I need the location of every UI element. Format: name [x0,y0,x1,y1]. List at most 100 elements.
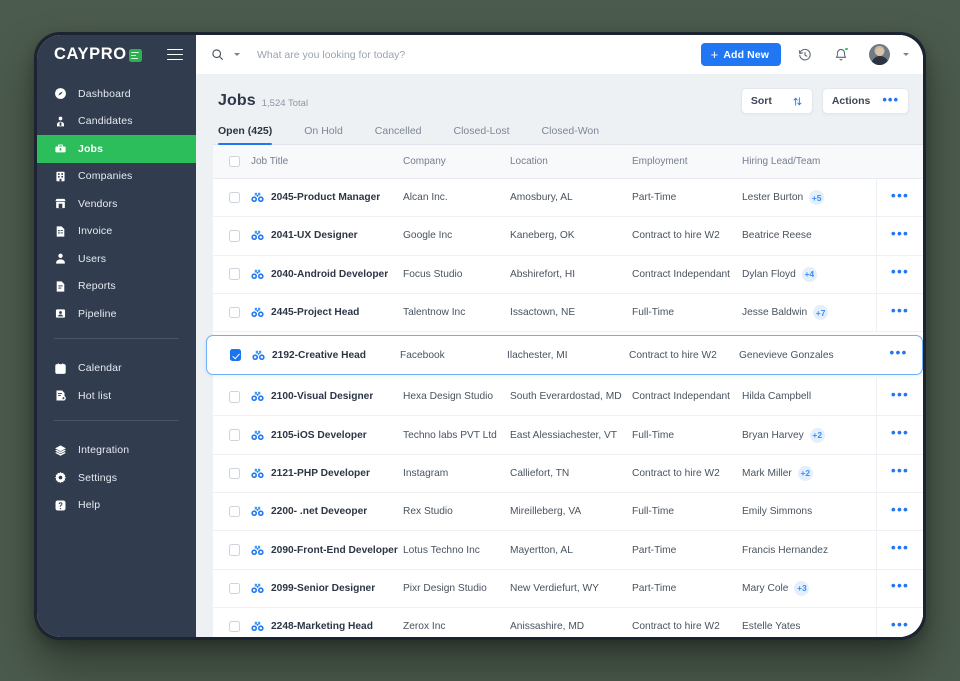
sidebar-item-invoice[interactable]: Invoice [37,218,196,246]
add-new-button[interactable]: + Add New [700,43,781,66]
cell-job-title[interactable]: 2040-Android Developer [251,268,403,281]
tab-closed-won[interactable]: Closed-Won [542,125,600,144]
row-select-cell[interactable] [218,429,251,441]
row-checkbox[interactable] [228,391,241,403]
row-select-cell[interactable] [218,620,251,633]
row-select-cell[interactable] [218,230,251,242]
table-row[interactable]: 2041-UX Designer Google Inc Kaneberg, OK Co… [213,217,923,256]
row-checkbox[interactable] [229,349,242,361]
sidebar-item-reports[interactable]: Reports [37,273,196,301]
row-checkbox[interactable] [228,467,241,480]
cell-job-title[interactable]: 2041-UX Designer [251,229,403,242]
actions-button[interactable]: Actions ••• [821,88,909,114]
bell-icon[interactable] [829,43,853,67]
tab-closed-lost[interactable]: Closed-Lost [454,125,510,144]
sidebar-item-settings[interactable]: Settings [37,464,196,492]
row-select-cell[interactable] [218,391,251,403]
history-clock-icon[interactable] [793,43,817,67]
row-checkbox[interactable] [228,544,241,556]
search-scope-chevron-down-icon[interactable] [234,53,240,56]
table-row[interactable]: 2090-Front-End Developer Lotus Techno Inc… [213,531,923,570]
sort-button[interactable]: Sort [740,88,813,114]
avatar[interactable] [869,44,890,65]
row-more-actions-button[interactable]: ••• [876,493,923,531]
team-count-badge[interactable]: +4 [801,266,817,282]
row-checkbox[interactable] [228,505,241,518]
tab-open-425[interactable]: Open (425) [218,125,273,145]
team-count-badge[interactable]: +5 [809,190,825,206]
sidebar-item-vendors[interactable]: Vendors [37,190,196,218]
team-count-badge[interactable]: +3 [794,580,810,596]
sidebar-item-users[interactable]: Users [37,245,196,273]
column-header-location[interactable]: Location [510,156,632,167]
row-more-actions-button[interactable]: ••• [876,416,923,454]
row-more-actions-button[interactable]: ••• [876,531,923,569]
row-checkbox[interactable] [228,230,241,242]
table-row[interactable]: 2099-Senior Designer Pixr Design Studio Ne… [213,569,923,608]
row-select-cell[interactable] [218,582,251,595]
row-more-actions-button[interactable]: ••• [875,336,922,374]
row-checkbox[interactable] [228,191,241,204]
team-count-badge[interactable]: +2 [797,465,813,481]
cell-job-title[interactable]: 2192-Creative Head [252,349,400,362]
column-header-hiring-lead[interactable]: Hiring Lead/Team [742,156,876,167]
team-count-badge[interactable]: +2 [809,427,825,443]
select-all-cell[interactable] [218,155,251,168]
tab-cancelled[interactable]: Cancelled [375,125,422,144]
row-checkbox[interactable] [228,268,241,280]
sidebar-item-companies[interactable]: Companies [37,163,196,191]
cell-job-title[interactable]: 2445-Project Head [251,306,403,319]
row-select-cell[interactable] [218,467,251,480]
row-select-cell[interactable] [218,505,251,518]
row-select-cell[interactable] [218,544,251,556]
cell-job-title[interactable]: 2248-Marketing Head [251,620,403,633]
table-row[interactable]: 2445-Project Head Talentnow Inc Issactown,… [213,293,923,333]
sidebar-item-hot-list[interactable]: Hot list [37,382,196,410]
row-more-actions-button[interactable]: ••• [876,569,923,607]
column-header-employment[interactable]: Employment [632,156,742,167]
row-more-actions-button[interactable]: ••• [876,607,923,637]
sidebar-item-dashboard[interactable]: Dashboard [37,80,196,108]
row-checkbox[interactable] [228,620,241,633]
select-all-checkbox[interactable] [228,155,241,168]
app-logo[interactable]: CAYPRO [54,45,142,64]
search-icon[interactable] [211,48,224,61]
row-checkbox[interactable] [228,582,241,595]
cell-job-title[interactable]: 2045-Product Manager [251,191,403,204]
cell-job-title[interactable]: 2090-Front-End Developer [251,544,403,557]
table-row[interactable]: 2200- .net Deveoper Rex Studio Mireilleber… [213,493,923,532]
table-row[interactable]: 2100-Visual Designer Hexa Design Studio So… [213,378,923,417]
row-more-actions-button[interactable]: ••• [876,217,923,255]
table-row[interactable]: 2121-PHP Developer Instagram Calliefort, T… [213,454,923,494]
cell-job-title[interactable]: 2121-PHP Developer [251,467,403,480]
sidebar-item-candidates[interactable]: Candidates [37,108,196,136]
cell-job-title[interactable]: 2105-iOS Developer [251,429,403,442]
row-select-cell[interactable] [218,191,251,204]
cell-job-title[interactable]: 2099-Senior Designer [251,582,403,595]
team-count-badge[interactable]: +7 [813,305,829,321]
row-more-actions-button[interactable]: ••• [876,293,923,332]
table-row[interactable]: 2045-Product Manager Alcan Inc. Amosbury, … [213,179,923,218]
column-header-job-title[interactable]: Job Title [251,156,403,167]
table-row[interactable]: 2040-Android Developer Focus Studio Abshir… [213,255,923,294]
row-select-cell[interactable] [218,306,251,319]
row-select-cell[interactable] [219,349,252,361]
row-checkbox[interactable] [228,429,241,441]
tab-on-hold[interactable]: On Hold [304,125,343,144]
search-input[interactable] [248,48,693,61]
row-checkbox[interactable] [228,306,241,319]
sidebar-item-help[interactable]: Help [37,492,196,520]
cell-job-title[interactable]: 2200- .net Deveoper [251,505,403,518]
table-row[interactable]: 2248-Marketing Head Zerox Inc Anissashire,… [213,607,923,637]
table-row[interactable]: 2192-Creative Head Facebook Ilachester, MI… [206,335,923,376]
row-more-actions-button[interactable]: ••• [876,179,923,217]
row-more-actions-button[interactable]: ••• [876,454,923,493]
sidebar-item-pipeline[interactable]: Pipeline [37,300,196,328]
column-header-company[interactable]: Company [403,156,510,167]
row-more-actions-button[interactable]: ••• [876,255,923,293]
row-more-actions-button[interactable]: ••• [876,378,923,416]
sidebar-item-integration[interactable]: Integration [37,437,196,465]
row-select-cell[interactable] [218,268,251,280]
cell-job-title[interactable]: 2100-Visual Designer [251,390,403,403]
table-row[interactable]: 2105-iOS Developer Techno labs PVT Ltd Eas… [213,416,923,455]
